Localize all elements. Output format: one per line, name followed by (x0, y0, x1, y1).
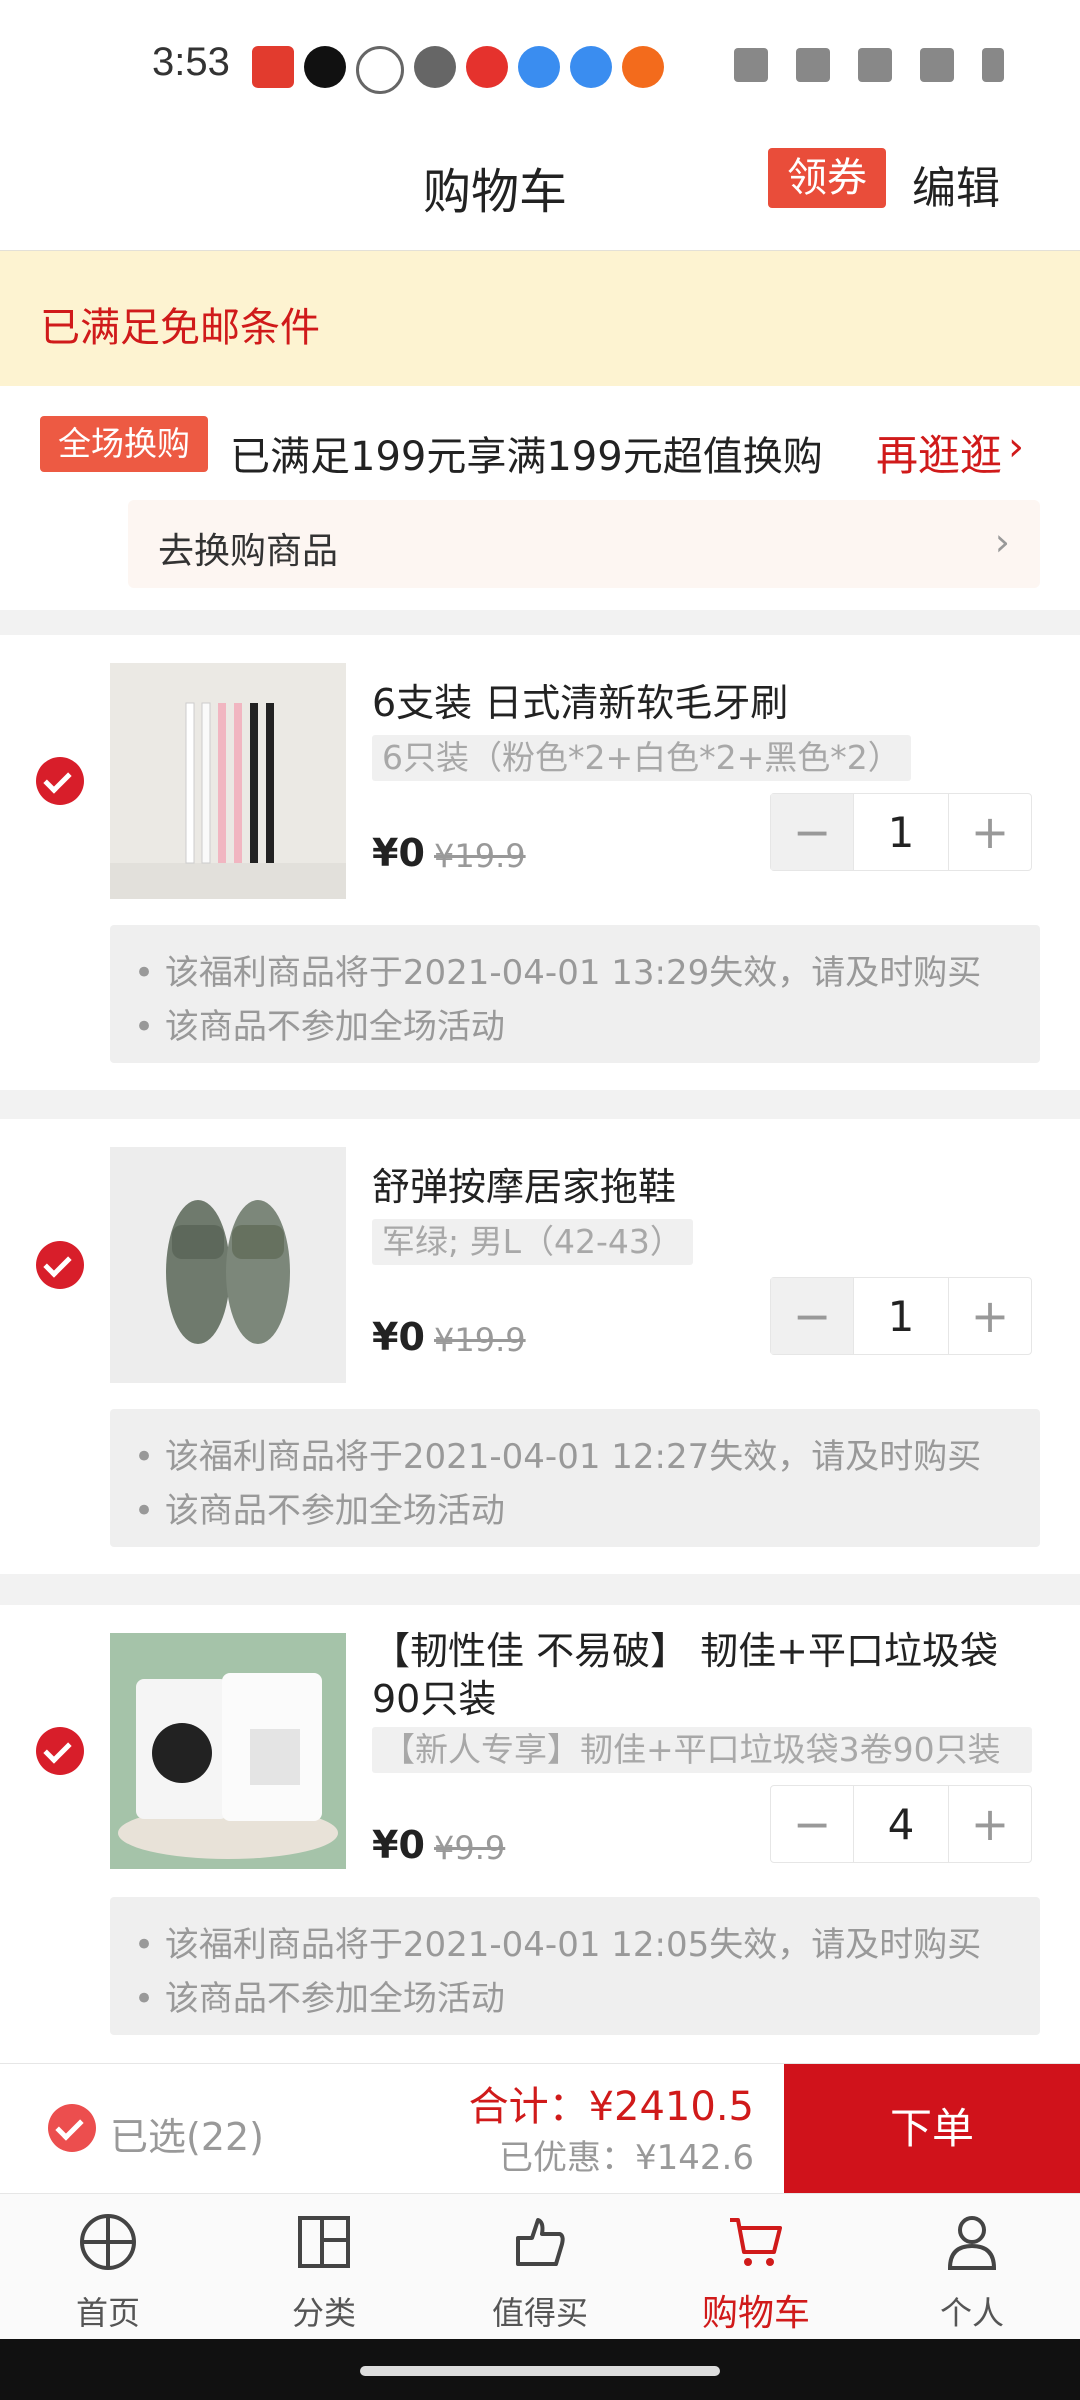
page-header: 购物车 领券 编辑 (0, 125, 1080, 251)
promo-tag: 全场换购 (40, 416, 208, 472)
app-icon (356, 46, 404, 94)
swap-goods-row[interactable]: 去换购商品 › (128, 500, 1040, 588)
battery-icon (982, 48, 1004, 82)
notice-expiry: • 该福利商品将于2021-04-01 13:29失效，请及时购买 (134, 953, 982, 993)
tab-home[interactable]: 首页 (0, 2194, 216, 2340)
app-icon (518, 46, 560, 88)
quantity-value[interactable]: 1 (853, 794, 949, 870)
profile-icon (947, 2216, 997, 2270)
decrease-button[interactable]: − (771, 794, 853, 870)
original-price: ¥19.9 (434, 837, 526, 875)
wifi-icon (796, 48, 830, 82)
product-price: ¥0 (372, 1823, 425, 1867)
product-image[interactable] (110, 1633, 346, 1869)
quantity-value[interactable]: 4 (853, 1786, 949, 1862)
tab-label: 值得买 (491, 2294, 588, 2332)
product-title[interactable]: 舒弹按摩居家拖鞋 (372, 1163, 1032, 1211)
increase-button[interactable]: + (949, 1786, 1031, 1862)
decrease-button[interactable]: − (771, 1786, 853, 1862)
netease-music-icon (466, 46, 508, 88)
checkout-bar: 已选(22) 合计：¥2410.5 已优惠：¥142.6 下单 (0, 2063, 1080, 2194)
quantity-stepper: − 4 + (770, 1785, 1032, 1863)
deals-icon (516, 2218, 565, 2266)
cart-item: 【韧性佳 不易破】 韧佳+平口垃圾袋90只装 【新人专享】韧佳+平口垃圾袋3卷9… (0, 1605, 1080, 2063)
product-title[interactable]: 【韧性佳 不易破】 韧佳+平口垃圾袋90只装 (372, 1627, 1032, 1723)
original-price: ¥19.9 (434, 1321, 526, 1359)
item-notice: • 该福利商品将于2021-04-01 12:05失效，请及时购买 • 该商品不… (110, 1897, 1040, 2035)
cart-icon (730, 2218, 782, 2266)
home-gesture-bar[interactable] (360, 2366, 720, 2376)
home-icon (80, 2214, 136, 2270)
system-nav-bar (0, 2339, 1080, 2400)
item-checkbox[interactable] (36, 1241, 84, 1289)
cart-item: 舒弹按摩居家拖鞋 军绿; 男L（42-43） ¥0 ¥19.9 − 1 + • … (0, 1119, 1080, 1574)
toutiao-icon (252, 46, 294, 88)
category-icon (298, 2216, 350, 2268)
quantity-stepper: − 1 + (770, 1277, 1032, 1355)
product-image[interactable] (110, 663, 346, 899)
tab-profile[interactable]: 个人 (864, 2194, 1080, 2340)
quantity-stepper: − 1 + (770, 793, 1032, 871)
increase-button[interactable]: + (949, 1278, 1031, 1354)
notice-no-promo: • 该商品不参加全场活动 (134, 1007, 505, 1047)
notice-no-promo: • 该商品不参加全场活动 (134, 1491, 505, 1531)
swap-goods-label: 去换购商品 (158, 531, 339, 572)
quantity-value[interactable]: 1 (853, 1278, 949, 1354)
mute-icon (734, 48, 768, 82)
increase-button[interactable]: + (949, 794, 1031, 870)
item-checkbox[interactable] (36, 1727, 84, 1775)
product-price: ¥0 (372, 1315, 425, 1359)
free-shipping-text: 已满足免邮条件 (40, 305, 320, 351)
selected-count[interactable]: 已选(22) (110, 2106, 264, 2161)
signal-icon (858, 48, 892, 82)
notice-expiry: • 该福利商品将于2021-04-01 12:27失效，请及时购买 (134, 1437, 982, 1477)
decrease-button[interactable]: − (771, 1278, 853, 1354)
item-checkbox[interactable] (36, 757, 84, 805)
free-shipping-banner: 已满足免邮条件 (0, 251, 1080, 386)
tab-label: 个人 (939, 2294, 1004, 2332)
item-notice: • 该福利商品将于2021-04-01 13:29失效，请及时购买 • 该商品不… (110, 925, 1040, 1063)
coupon-button[interactable]: 领券 (768, 148, 886, 208)
product-image[interactable] (110, 1147, 346, 1383)
product-variant[interactable]: 军绿; 男L（42-43） (372, 1219, 693, 1265)
tab-category[interactable]: 分类 (216, 2194, 432, 2340)
original-price: ¥9.9 (434, 1829, 506, 1867)
edit-button[interactable]: 编辑 (912, 152, 1000, 216)
total-amount: 合计：¥2410.5 (468, 2084, 754, 2130)
discount-amount: 已优惠：¥142.6 (499, 2138, 754, 2178)
app-icon (570, 46, 612, 88)
signal-icon (920, 48, 954, 82)
place-order-button[interactable]: 下单 (784, 2064, 1080, 2194)
status-time: 3:53 (152, 40, 230, 84)
notice-no-promo: • 该商品不参加全场活动 (134, 1979, 505, 2019)
tab-label: 分类 (291, 2294, 356, 2332)
product-title[interactable]: 6支装 日式清新软毛牙刷 (372, 679, 1032, 727)
tab-cart[interactable]: 购物车 (648, 2194, 864, 2340)
cart-item: 6支装 日式清新软毛牙刷 6只装（粉色*2+白色*2+黑色*2） ¥0 ¥19.… (0, 635, 1080, 1090)
product-variant[interactable]: 【新人专享】韧佳+平口垃圾袋3卷90只装 (372, 1727, 1032, 1773)
taobao-icon (622, 46, 664, 88)
chevron-right-icon: › (994, 520, 1010, 564)
tab-label: 首页 (75, 2294, 140, 2332)
select-all-checkbox[interactable] (48, 2104, 96, 2152)
chevron-right-icon[interactable]: › (1008, 424, 1024, 470)
system-icons (734, 48, 1004, 82)
product-variant[interactable]: 6只装（粉色*2+白色*2+黑色*2） (372, 735, 911, 781)
app-icon (414, 46, 456, 88)
product-price: ¥0 (372, 831, 425, 875)
notification-icons (252, 46, 664, 94)
notice-expiry: • 该福利商品将于2021-04-01 12:05失效，请及时购买 (134, 1925, 982, 1965)
tab-label: 购物车 (701, 2293, 810, 2334)
browse-more-link[interactable]: 再逛逛 (876, 422, 1002, 483)
item-notice: • 该福利商品将于2021-04-01 12:27失效，请及时购买 • 该商品不… (110, 1409, 1040, 1547)
promo-section: 全场换购 已满足199元享满199元超值换购 再逛逛 › 去换购商品 › (0, 386, 1080, 610)
status-bar: 3:53 (0, 0, 1080, 125)
tiktok-icon (304, 46, 346, 88)
tab-deals[interactable]: 值得买 (432, 2194, 648, 2340)
bottom-tab-bar: 首页 分类 值得买 购物车 个人 (0, 2193, 1080, 2340)
promo-text: 已满足199元享满199元超值换购 (230, 434, 823, 480)
